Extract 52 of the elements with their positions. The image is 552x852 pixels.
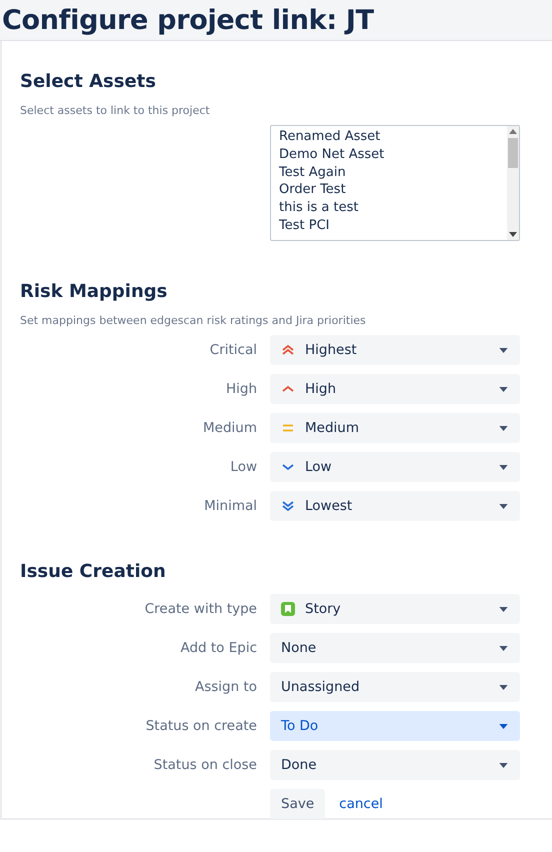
caret-icon [499, 386, 508, 392]
priority-select[interactable]: High [270, 374, 520, 404]
priority-select[interactable]: Highest [270, 335, 520, 365]
field-label: Medium [202, 420, 258, 436]
double-chevron-down-icon [281, 499, 295, 513]
field-label: Low [229, 459, 258, 475]
scroll-up-icon[interactable] [509, 129, 517, 134]
asset-option[interactable]: Test PCI [279, 216, 499, 235]
asset-option[interactable]: Demo Net Asset [279, 146, 499, 164]
section-heading: Risk Mappings [20, 281, 168, 302]
scrollbar[interactable] [507, 126, 519, 240]
dropdown-select[interactable]: Story [270, 594, 520, 624]
asset-option[interactable]: this is a test [279, 199, 499, 217]
scrollbar-thumb[interactable] [508, 138, 518, 168]
dropdown-select[interactable]: To Do [270, 711, 520, 741]
field-label: Assign to [194, 679, 258, 695]
asset-option[interactable]: Test Again [279, 164, 499, 182]
dropdown-select[interactable]: Unassigned [270, 672, 520, 702]
caret-icon [499, 504, 508, 508]
field-label: Status on create [144, 718, 258, 734]
bookmark-icon [281, 602, 295, 616]
dropdown-select[interactable]: Done [270, 750, 520, 780]
field-label: Add to Epic [179, 640, 258, 656]
caret-icon [499, 426, 508, 430]
field-label: Critical [208, 342, 258, 358]
caret-icon [499, 646, 508, 650]
section-description: Select assets to link to this project [20, 104, 211, 117]
asset-option[interactable]: Order Test [279, 181, 499, 200]
priority-select[interactable]: Lowest [270, 491, 520, 521]
section-description: Set mappings between edgescan risk ratings and Jira priorities [20, 314, 367, 327]
priority-select[interactable]: Medium [270, 413, 520, 443]
caret-icon [499, 464, 508, 470]
field-label: Create with type [144, 601, 258, 617]
section-heading: Select Assets [20, 71, 157, 92]
field-label: High [224, 381, 258, 397]
caret-icon [499, 724, 508, 728]
scroll-down-icon[interactable] [509, 232, 517, 237]
section-heading: Issue Creation [20, 561, 167, 582]
page-title: Configure project link: JT [1, 4, 374, 36]
caret-icon [499, 762, 508, 768]
field-label: Status on close [152, 757, 258, 773]
caret-icon [499, 606, 508, 612]
priority-select[interactable]: Low [270, 452, 520, 482]
save-button[interactable]: Save [270, 789, 326, 819]
field-label: Minimal [203, 498, 258, 514]
asset-listbox[interactable]: Renamed Asset Demo Net Asset Test Again Order Test this is a test Test PCI [270, 125, 520, 241]
caret-icon [499, 348, 508, 352]
caret-icon [499, 684, 508, 690]
cancel-link[interactable]: cancel [339, 796, 383, 812]
dropdown-select[interactable]: None [270, 633, 520, 663]
double-chevron-up-icon [281, 343, 295, 357]
asset-option[interactable]: Renamed Asset [279, 128, 499, 146]
